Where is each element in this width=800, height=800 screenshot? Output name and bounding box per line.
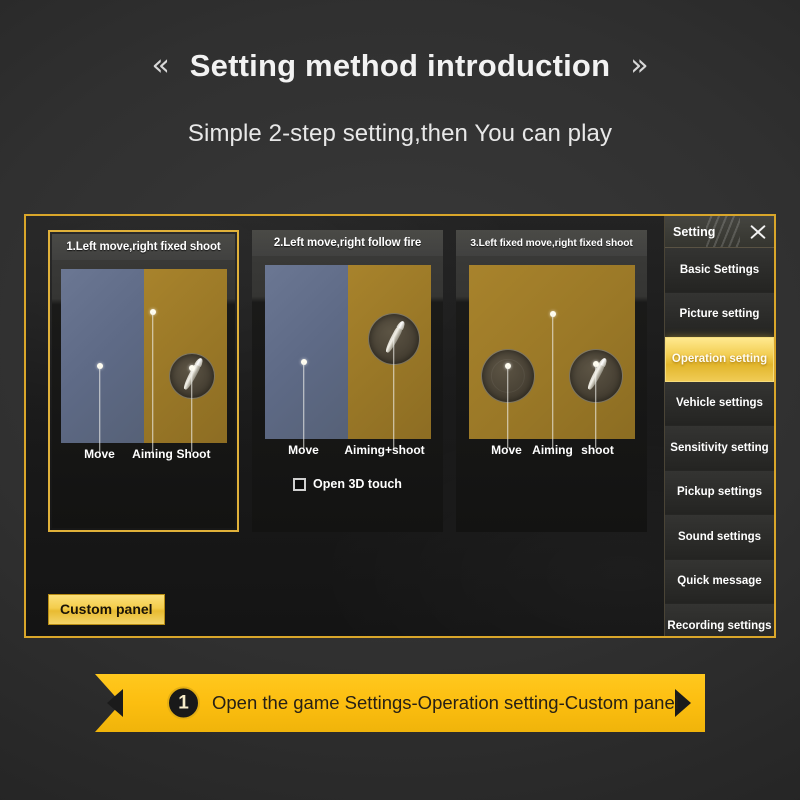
label-shoot: shoot (581, 443, 614, 457)
label-move: Move (84, 447, 115, 461)
settings-screenshot-frame: 1.Left move,right fixed shoot Move Aimin… (24, 214, 776, 638)
step-number-badge: 1 (167, 686, 200, 720)
panel-scheme-2[interactable]: 2.Left move,right follow fire Move Aimin… (252, 230, 443, 532)
right-double-chevron-icon: » (630, 48, 649, 83)
label-aiming: Aiming (532, 443, 573, 457)
sidebar-item-recording-settings[interactable]: Recording settings (665, 604, 774, 636)
open-3d-touch-checkbox[interactable] (293, 477, 307, 491)
label-move: Move (288, 443, 319, 457)
left-double-chevron-icon: « (151, 48, 170, 83)
marker-line (190, 368, 193, 452)
sidebar-item-picture-setting[interactable]: Picture setting (665, 292, 774, 337)
step-banner: 1 Open the game Settings-Operation setti… (95, 674, 705, 732)
panel-3-body: 3.Left fixed move,right fixed shoot Move… (456, 230, 647, 532)
panel-1-title: 1.Left move,right fixed shoot (52, 234, 235, 260)
control-scheme-panels: 1.Left move,right fixed shoot Move Aimin… (48, 230, 648, 532)
open-3d-touch-row[interactable]: Open 3D touch (293, 477, 402, 491)
page-title: Setting method introduction (189, 48, 611, 83)
close-icon[interactable] (749, 223, 766, 240)
open-3d-touch-label: Open 3D touch (313, 477, 402, 491)
marker-line (302, 362, 305, 448)
panel-2-labels: Move Aiming+shoot (265, 439, 431, 461)
marker-line (151, 312, 154, 452)
title-row: « Setting method introduction » (0, 48, 800, 84)
label-aiming: Aiming (132, 447, 173, 461)
move-zone (60, 269, 144, 443)
sidebar-item-basic-settings[interactable]: Basic Settings (665, 248, 774, 293)
sidebar-item-sound-settings[interactable]: Sound settings (665, 515, 774, 560)
custom-panel-button[interactable]: Custom panel (48, 594, 165, 625)
left-arrow-icon (107, 689, 123, 717)
sidebar-title: Setting (673, 224, 716, 239)
panel-3-labels: Move Aiming shoot (469, 439, 635, 461)
panel-scheme-1[interactable]: 1.Left move,right fixed shoot Move Aimin… (48, 230, 239, 532)
label-move: Move (491, 443, 522, 457)
panel-2-title: 2.Left move,right follow fire (252, 230, 443, 256)
panel-2-preview (264, 265, 431, 448)
marker-line (392, 338, 395, 448)
marker-line (594, 364, 597, 448)
sidebar-item-vehicle-settings[interactable]: Vehicle settings (665, 381, 774, 426)
panel-scheme-3[interactable]: 3.Left fixed move,right fixed shoot Move… (456, 230, 647, 532)
sidebar-item-sensitivity-setting[interactable]: Sensitivity setting (665, 426, 774, 471)
marker-line (98, 366, 101, 452)
panel-1-preview (60, 269, 227, 452)
sidebar-item-operation-setting[interactable]: Operation setting (665, 337, 774, 382)
sidebar-item-quick-message[interactable]: Quick message (665, 559, 774, 604)
page-header: « Setting method introduction » Simple 2… (0, 0, 800, 205)
marker-line (551, 314, 554, 448)
move-zone (264, 265, 348, 439)
label-aiming-shoot: Aiming+shoot (344, 443, 425, 457)
sidebar-header: Setting (665, 216, 774, 248)
page-subtitle: Simple 2-step setting,then You can play (187, 120, 613, 147)
panel-2-body: 2.Left move,right follow fire Move Aimin… (252, 230, 443, 532)
page-root: « Setting method introduction » Simple 2… (0, 0, 800, 800)
panel-1-body: 1.Left move,right fixed shoot Move Aimin… (52, 234, 235, 528)
panel-3-title: 3.Left fixed move,right fixed shoot (456, 230, 647, 256)
marker-line (506, 366, 509, 448)
step-instruction-text: Open the game Settings-Operation setting… (212, 692, 679, 713)
sidebar-item-pickup-settings[interactable]: Pickup settings (665, 470, 774, 515)
settings-sidebar: Setting Basic Settings Picture setting O… (664, 216, 774, 636)
label-shoot: Shoot (176, 447, 211, 461)
panel-1-labels: Move Aiming Shoot (61, 443, 227, 465)
panel-3-preview (468, 265, 635, 448)
